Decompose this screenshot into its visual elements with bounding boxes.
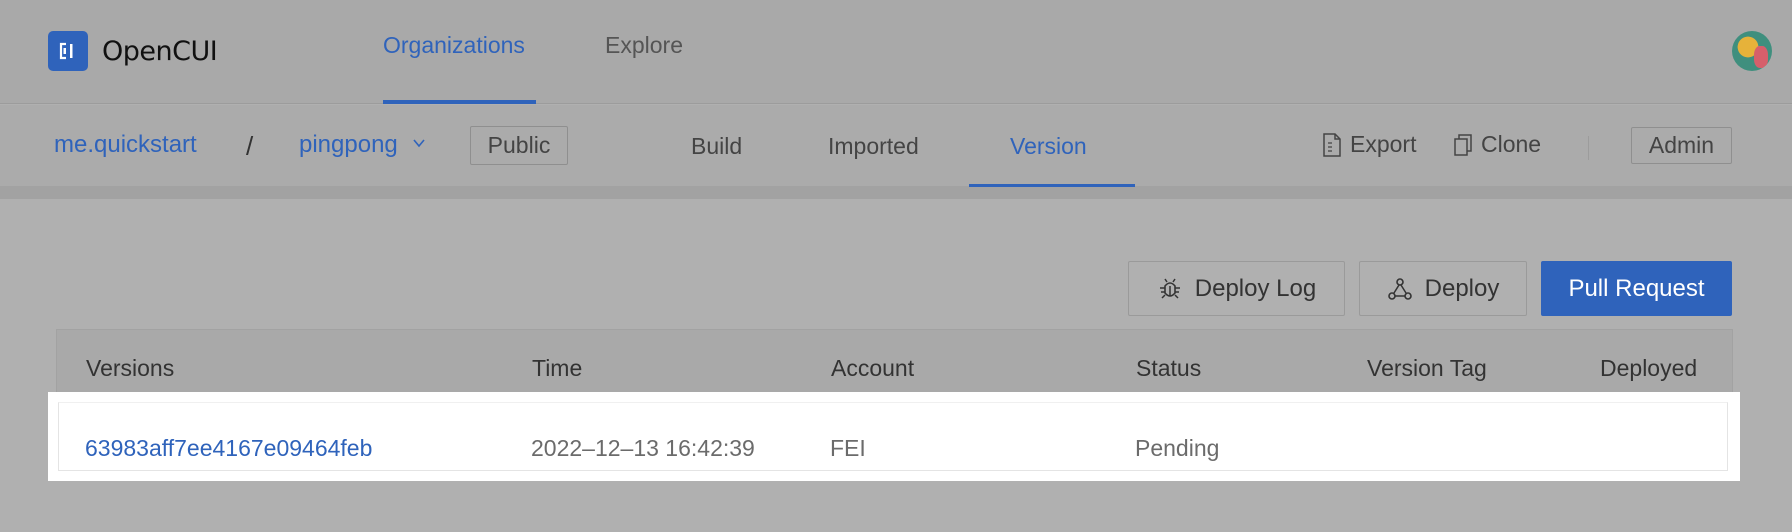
breadcrumb-project[interactable]: pingpong (299, 131, 398, 159)
active-subtab-indicator (969, 184, 1135, 187)
tab-imported[interactable]: Imported (828, 133, 919, 160)
top-navbar: OpenCUI Organizations Explore (0, 0, 1792, 104)
visibility-badge: Public (470, 126, 568, 165)
subheader-divider (0, 186, 1792, 199)
clone-button[interactable]: Clone (1453, 131, 1541, 158)
deploy-button[interactable]: Deploy (1359, 261, 1527, 316)
version-account: FEI (830, 435, 866, 461)
app-name: OpenCUI (102, 35, 218, 67)
tab-organizations[interactable]: Organizations (383, 32, 525, 59)
deploy-label: Deploy (1424, 274, 1500, 302)
deploy-nodes-icon (1387, 277, 1412, 300)
tab-explore[interactable]: Explore (605, 32, 683, 59)
table-row[interactable]: 63983aff7ee4167e09464feb 2022–12–13 16:4… (48, 392, 1740, 481)
version-time: 2022–12–13 16:42:39 (531, 435, 755, 461)
table-row-cells: 63983aff7ee4167e09464feb 2022–12–13 16:4… (58, 402, 1728, 471)
tab-build[interactable]: Build (691, 133, 742, 160)
breadcrumb-separator: / (246, 131, 254, 161)
admin-button[interactable]: Admin (1631, 127, 1732, 164)
active-tab-indicator (383, 100, 536, 104)
column-header-time: Time (532, 355, 583, 381)
breadcrumb-org[interactable]: me.quickstart (54, 131, 197, 159)
document-icon (1323, 132, 1341, 157)
column-header-status: Status (1136, 355, 1202, 381)
deploy-log-label: Deploy Log (1194, 274, 1317, 302)
export-label: Export (1350, 131, 1417, 157)
column-header-deployed: Deployed (1600, 355, 1698, 381)
column-header-versions: Versions (86, 355, 175, 381)
column-header-version-tag: Version Tag (1367, 355, 1487, 381)
pull-request-button[interactable]: Pull Request (1541, 261, 1732, 316)
clone-label: Clone (1481, 131, 1542, 157)
column-header-account: Account (831, 355, 915, 381)
bug-icon (1159, 278, 1180, 299)
user-avatar[interactable] (1732, 31, 1772, 71)
chevron-down-icon[interactable] (412, 136, 426, 150)
deploy-log-button[interactable]: Deploy Log (1128, 261, 1345, 316)
export-button[interactable]: Export (1322, 131, 1416, 158)
action-divider (1588, 136, 1589, 160)
app-logo[interactable]: OpenCUI (48, 31, 218, 71)
opencui-logo-icon (48, 31, 88, 71)
tab-version[interactable]: Version (1010, 133, 1087, 160)
version-status: Pending (1135, 435, 1220, 461)
copy-icon (1454, 133, 1472, 156)
version-id-link[interactable]: 63983aff7ee4167e09464feb (85, 435, 372, 462)
